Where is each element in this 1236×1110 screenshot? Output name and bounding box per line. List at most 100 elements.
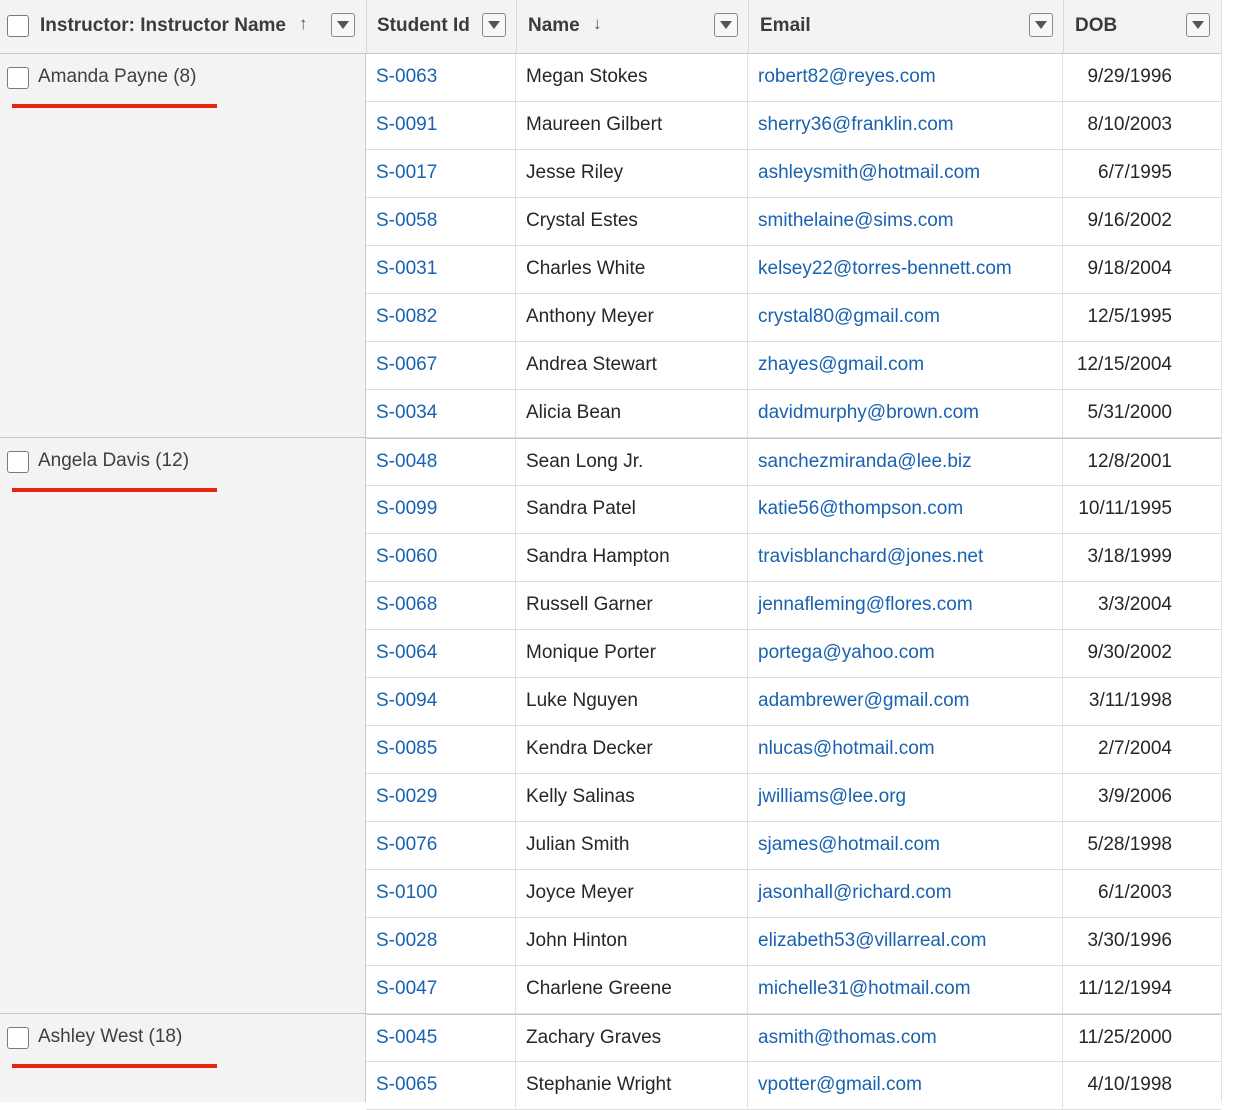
email-link[interactable]: davidmurphy@brown.com — [748, 390, 1063, 438]
student-id-link[interactable]: S-0085 — [366, 726, 516, 774]
dob-value: 3/18/1999 — [1087, 546, 1172, 567]
table-row[interactable]: S-0034 Alicia Bean davidmurphy@brown.com… — [366, 390, 1221, 438]
email-link[interactable]: michelle31@hotmail.com — [748, 966, 1063, 1014]
dob-value: 12/5/1995 — [1087, 306, 1172, 327]
table-row[interactable]: S-0091 Maureen Gilbert sherry36@franklin… — [366, 102, 1221, 150]
student-id-link[interactable]: S-0017 — [366, 150, 516, 198]
email-link[interactable]: jwilliams@lee.org — [748, 774, 1063, 822]
group-checkbox[interactable] — [7, 67, 29, 89]
student-id-link[interactable]: S-0067 — [366, 342, 516, 390]
student-name: Anthony Meyer — [516, 294, 748, 342]
email-link[interactable]: nlucas@hotmail.com — [748, 726, 1063, 774]
student-name: Julian Smith — [516, 822, 748, 870]
email-link[interactable]: robert82@reyes.com — [748, 54, 1063, 102]
student-id-link[interactable]: S-0048 — [366, 439, 516, 487]
email-link[interactable]: elizabeth53@villarreal.com — [748, 918, 1063, 966]
table-row[interactable]: S-0045 Zachary Graves asmith@thomas.com … — [366, 1014, 1221, 1063]
dob-value: 3/9/2006 — [1098, 786, 1172, 807]
group-checkbox[interactable] — [7, 1027, 29, 1049]
table-row[interactable]: S-0085 Kendra Decker nlucas@hotmail.com … — [366, 726, 1221, 774]
column-menu-button-instructor[interactable] — [331, 13, 355, 37]
student-id-link[interactable]: S-0031 — [366, 246, 516, 294]
column-menu-button-name[interactable] — [714, 13, 738, 37]
student-id-link[interactable]: S-0068 — [366, 582, 516, 630]
student-id-link[interactable]: S-0060 — [366, 534, 516, 582]
student-id-link[interactable]: S-0029 — [366, 774, 516, 822]
dob-value: 3/30/1996 — [1087, 930, 1172, 951]
table-row[interactable]: S-0068 Russell Garner jennafleming@flore… — [366, 582, 1221, 630]
student-id-link[interactable]: S-0058 — [366, 198, 516, 246]
table-row[interactable]: S-0063 Megan Stokes robert82@reyes.com 9… — [366, 54, 1221, 102]
dob-value: 3/11/1998 — [1088, 690, 1172, 711]
email-link[interactable]: crystal80@gmail.com — [748, 294, 1063, 342]
column-header-dob[interactable]: DOB — [1063, 0, 1221, 53]
table-row[interactable]: S-0099 Sandra Patel katie56@thompson.com… — [366, 486, 1221, 534]
student-id-link[interactable]: S-0064 — [366, 630, 516, 678]
table-row[interactable]: S-0047 Charlene Greene michelle31@hotmai… — [366, 966, 1221, 1014]
column-header-name[interactable]: Name ↓ — [516, 0, 748, 53]
email-link[interactable]: jennafleming@flores.com — [748, 582, 1063, 630]
student-name: Alicia Bean — [516, 390, 748, 438]
student-id-link[interactable]: S-0063 — [366, 54, 516, 102]
column-header-label: DOB — [1075, 15, 1118, 36]
student-name: Monique Porter — [516, 630, 748, 678]
dob-value: 11/25/2000 — [1078, 1027, 1172, 1048]
student-id-link[interactable]: S-0099 — [366, 486, 516, 534]
email-link[interactable]: asmith@thomas.com — [748, 1015, 1063, 1063]
student-id-link[interactable]: S-0082 — [366, 294, 516, 342]
email-link[interactable]: smithelaine@sims.com — [748, 198, 1063, 246]
table-row[interactable]: S-0058 Crystal Estes smithelaine@sims.co… — [366, 198, 1221, 246]
student-id-link[interactable]: S-0034 — [366, 390, 516, 438]
student-id-link[interactable]: S-0094 — [366, 678, 516, 726]
student-id-link[interactable]: S-0028 — [366, 918, 516, 966]
table-row[interactable]: S-0029 Kelly Salinas jwilliams@lee.org 3… — [366, 774, 1221, 822]
email-link[interactable]: zhayes@gmail.com — [748, 342, 1063, 390]
column-menu-button-student-id[interactable] — [482, 13, 506, 37]
email-link[interactable]: travisblanchard@jones.net — [748, 534, 1063, 582]
table-row[interactable]: S-0067 Andrea Stewart zhayes@gmail.com 1… — [366, 342, 1221, 390]
student-id-link[interactable]: S-0047 — [366, 966, 516, 1014]
table-right-border — [1221, 0, 1222, 1102]
student-id-link[interactable]: S-0076 — [366, 822, 516, 870]
student-name: Luke Nguyen — [516, 678, 748, 726]
student-id-link[interactable]: S-0045 — [366, 1015, 516, 1063]
email-link[interactable]: sjames@hotmail.com — [748, 822, 1063, 870]
select-all-checkbox[interactable] — [7, 15, 29, 37]
grouped-table: Instructor: Instructor Name ↑ Student Id… — [0, 0, 1222, 1110]
email-link[interactable]: vpotter@gmail.com — [748, 1062, 1063, 1110]
student-name: John Hinton — [516, 918, 748, 966]
table-row[interactable]: S-0094 Luke Nguyen adambrewer@gmail.com … — [366, 678, 1221, 726]
table-row[interactable]: S-0031 Charles White kelsey22@torres-ben… — [366, 246, 1221, 294]
table-row[interactable]: S-0028 John Hinton elizabeth53@villarrea… — [366, 918, 1221, 966]
table-row[interactable]: S-0017 Jesse Riley ashleysmith@hotmail.c… — [366, 150, 1221, 198]
email-link[interactable]: jasonhall@richard.com — [748, 870, 1063, 918]
email-link[interactable]: sherry36@franklin.com — [748, 102, 1063, 150]
table-row[interactable]: S-0064 Monique Porter portega@yahoo.com … — [366, 630, 1221, 678]
email-link[interactable]: portega@yahoo.com — [748, 630, 1063, 678]
email-link[interactable]: katie56@thompson.com — [748, 486, 1063, 534]
table-row[interactable]: S-0048 Sean Long Jr. sanchezmiranda@lee.… — [366, 438, 1221, 487]
email-link[interactable]: sanchezmiranda@lee.biz — [748, 439, 1063, 487]
annotation-underline — [12, 1064, 217, 1068]
email-link[interactable]: ashleysmith@hotmail.com — [748, 150, 1063, 198]
dob-value: 10/11/1995 — [1078, 498, 1172, 519]
table-row[interactable]: S-0076 Julian Smith sjames@hotmail.com 5… — [366, 822, 1221, 870]
table-row[interactable]: S-0060 Sandra Hampton travisblanchard@jo… — [366, 534, 1221, 582]
column-menu-button-dob[interactable] — [1186, 13, 1210, 37]
email-link[interactable]: kelsey22@torres-bennett.com — [748, 246, 1063, 294]
email-link[interactable]: adambrewer@gmail.com — [748, 678, 1063, 726]
table-row[interactable]: S-0065 Stephanie Wright vpotter@gmail.co… — [366, 1062, 1221, 1110]
column-header-student-id[interactable]: Student Id — [366, 0, 516, 53]
column-menu-button-email[interactable] — [1029, 13, 1053, 37]
column-header-email[interactable]: Email — [748, 0, 1063, 53]
column-header-instructor[interactable]: Instructor: Instructor Name ↑ — [0, 0, 366, 53]
student-id-link[interactable]: S-0065 — [366, 1062, 516, 1110]
table-row[interactable]: S-0100 Joyce Meyer jasonhall@richard.com… — [366, 870, 1221, 918]
dob-value: 9/16/2002 — [1087, 210, 1172, 231]
student-name: Stephanie Wright — [516, 1062, 748, 1110]
group-checkbox[interactable] — [7, 451, 29, 473]
table-row[interactable]: S-0082 Anthony Meyer crystal80@gmail.com… — [366, 294, 1221, 342]
student-id-link[interactable]: S-0100 — [366, 870, 516, 918]
student-name: Megan Stokes — [516, 54, 748, 102]
student-id-link[interactable]: S-0091 — [366, 102, 516, 150]
